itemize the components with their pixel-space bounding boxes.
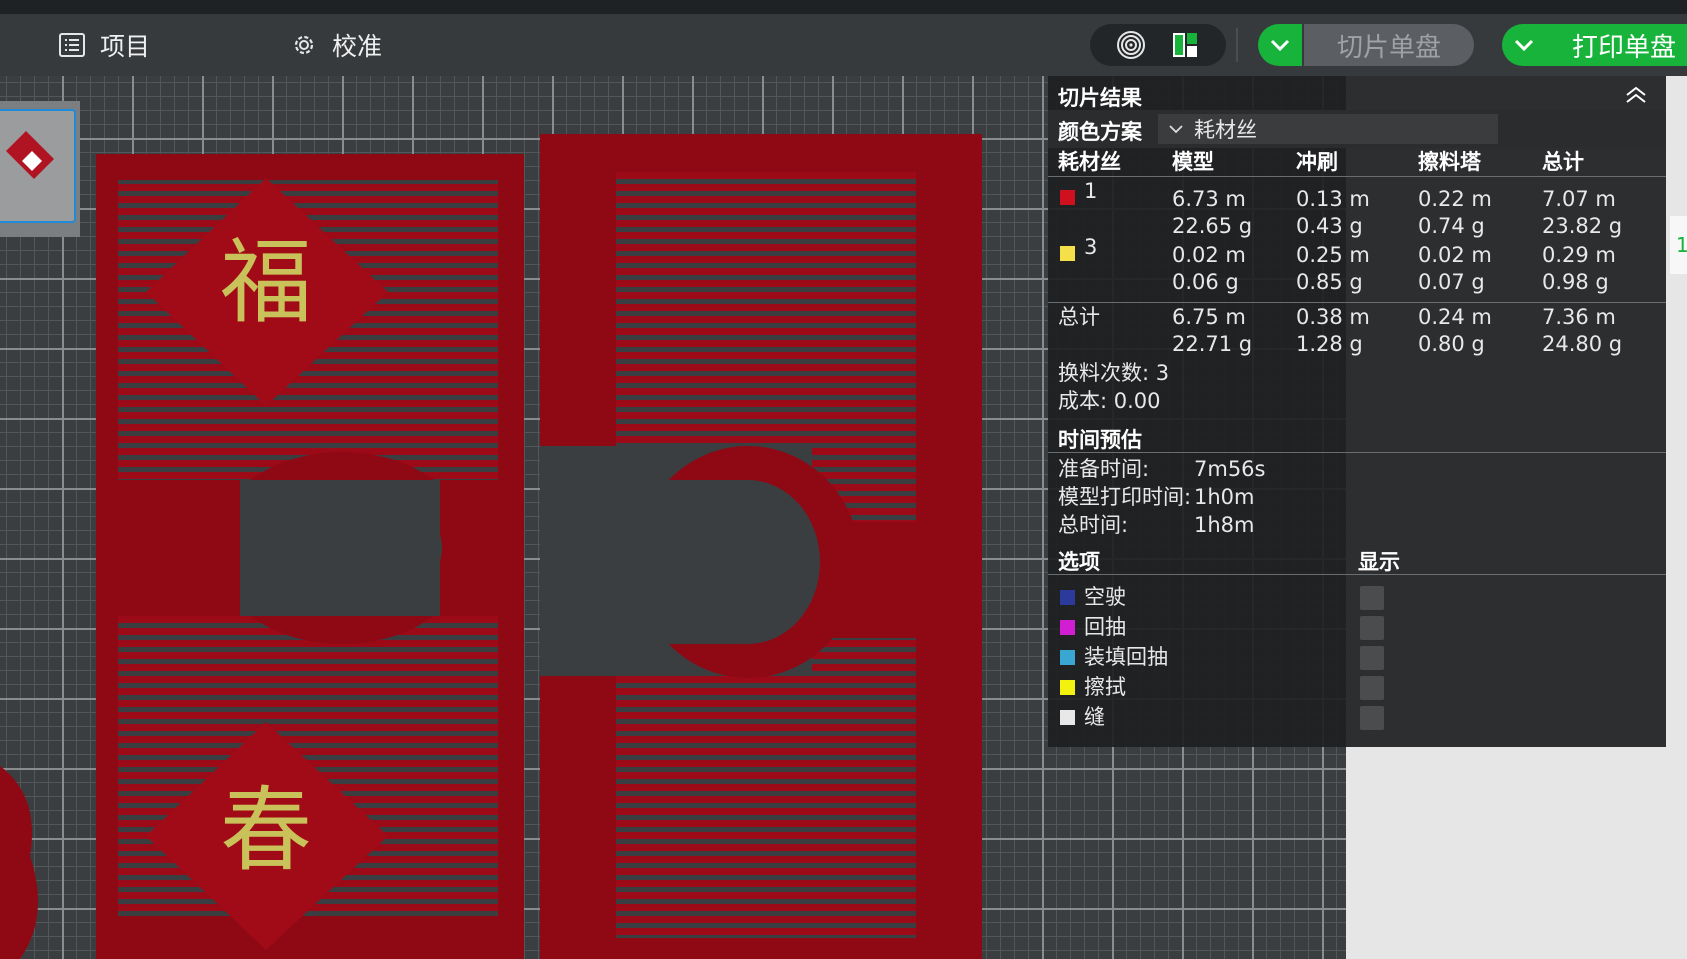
option-color-swatch (1060, 620, 1075, 635)
option-label: 空驶 (1084, 585, 1126, 609)
project-label: 项目 (100, 32, 151, 61)
prep-time-label: 准备时间: (1058, 457, 1150, 481)
cell-total: 7.07 m 23.82 g (1542, 187, 1623, 238)
filament-color-swatch (1060, 190, 1075, 205)
project-menu[interactable]: 项目 (58, 28, 150, 62)
sum-tower: 0.24 m 0.80 g (1418, 305, 1492, 356)
preview-view-button[interactable] (1115, 29, 1147, 61)
prep-time-value: 7m56s (1194, 457, 1266, 481)
option-visibility-checkbox[interactable] (1360, 586, 1384, 610)
print-dropdown-button[interactable] (1502, 24, 1546, 66)
option-label: 缝 (1084, 705, 1105, 729)
divider (1048, 302, 1666, 303)
cell-flush: 0.25 m 0.85 g (1296, 243, 1370, 294)
layout-grid-icon (1173, 33, 1197, 57)
model-print-time-value: 1h0m (1194, 485, 1255, 509)
option-visibility-checkbox[interactable] (1360, 616, 1384, 640)
chevron-down-icon (1514, 39, 1534, 52)
spiral-icon (1117, 31, 1145, 59)
sum-model: 6.75 m 22.71 g (1172, 305, 1253, 356)
sum-flush: 0.38 m 1.28 g (1296, 305, 1370, 356)
slice-plate-button[interactable]: 切片单盘 (1304, 24, 1474, 66)
divider (1048, 452, 1666, 453)
option-color-swatch (1060, 590, 1075, 605)
slice-dropdown-button[interactable] (1258, 24, 1302, 66)
color-scheme-select[interactable]: 耗材丝 (1158, 114, 1498, 144)
calibrate-label: 校准 (332, 32, 383, 61)
model-text-top: 福 (220, 229, 312, 336)
cell-tower: 0.02 m 0.07 g (1418, 243, 1492, 294)
option-color-swatch (1060, 710, 1075, 725)
option-color-swatch (1060, 650, 1075, 665)
slice-result-panel: 切片结果 颜色方案 耗材丝 耗材丝 模型 冲刷 擦料塔 总计 1 6.73 m2… (1048, 76, 1666, 747)
option-visibility-checkbox[interactable] (1360, 706, 1384, 730)
chevron-down-icon (1270, 39, 1290, 52)
options-title: 选项 (1058, 550, 1100, 574)
partial-model (0, 766, 38, 959)
layout-view-button[interactable] (1169, 29, 1201, 61)
window-top-strip (0, 0, 1687, 14)
option-color-swatch (1060, 680, 1075, 695)
double-chevron-up-icon[interactable] (1624, 86, 1648, 104)
total-time-value: 1h8m (1194, 513, 1255, 537)
divider (1048, 574, 1666, 575)
header-total: 总计 (1542, 150, 1584, 174)
sum-label: 总计 (1058, 305, 1100, 329)
header-flush: 冲刷 (1296, 150, 1338, 174)
color-scheme-value: 耗材丝 (1194, 118, 1257, 142)
cost: 成本: 0.00 (1058, 389, 1161, 413)
cell-model: 0.02 m 0.06 g (1172, 243, 1246, 294)
view-mode-toggle (1090, 24, 1226, 66)
model-text-bottom: 春 (220, 777, 312, 884)
layer-slider-edge[interactable]: 1 (1670, 216, 1687, 274)
option-label: 装填回抽 (1084, 645, 1168, 669)
print-plate-button[interactable]: 打印单盘 (1546, 24, 1687, 66)
cell-tower: 0.22 m 0.74 g (1418, 187, 1492, 238)
right-door-panel (540, 134, 982, 959)
header-model: 模型 (1172, 150, 1214, 174)
divider (1048, 176, 1666, 177)
cell-total: 0.29 m 0.98 g (1542, 243, 1616, 294)
header-filament: 耗材丝 (1058, 150, 1121, 174)
top-toolbar: 项目 校准 切片单盘 打印单盘 (0, 14, 1687, 76)
gear-icon (294, 35, 314, 55)
header-tower: 擦料塔 (1418, 150, 1481, 174)
list-icon (59, 33, 85, 57)
display-title: 显示 (1358, 550, 1400, 574)
time-estimate-title: 时间预估 (1058, 428, 1142, 452)
panel-title: 切片结果 (1058, 86, 1142, 110)
filament-changes: 换料次数: 3 (1058, 361, 1170, 385)
option-label: 回抽 (1084, 615, 1126, 639)
sum-total: 7.36 m 24.80 g (1542, 305, 1623, 356)
option-label: 擦拭 (1084, 675, 1126, 699)
filament-id: 3 (1084, 235, 1098, 259)
filament-color-swatch (1060, 246, 1075, 261)
toolbar-divider (1236, 28, 1238, 62)
color-scheme-label: 颜色方案 (1058, 120, 1142, 144)
option-visibility-checkbox[interactable] (1360, 646, 1384, 670)
total-time-label: 总时间: (1058, 513, 1129, 537)
chevron-down-icon (1169, 125, 1183, 134)
calibrate-menu[interactable]: 校准 (290, 28, 382, 62)
cell-model: 6.73 m 22.65 g (1172, 187, 1253, 238)
filament-id: 1 (1084, 179, 1098, 203)
option-visibility-checkbox[interactable] (1360, 676, 1384, 700)
model-print-time-label: 模型打印时间: (1058, 485, 1192, 509)
cell-flush: 0.13 m 0.43 g (1296, 187, 1370, 238)
